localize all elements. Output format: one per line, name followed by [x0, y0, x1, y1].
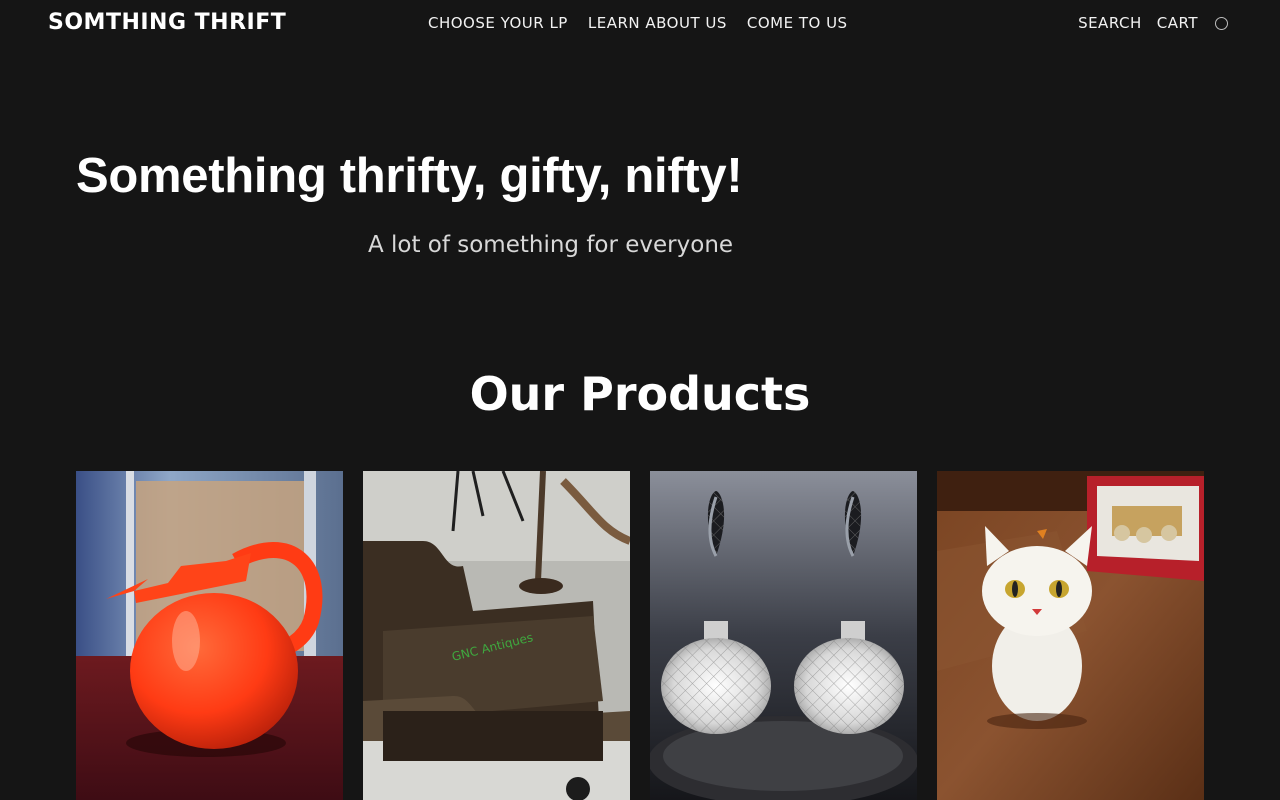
nav-learn-about-us[interactable]: LEARN ABOUT US — [588, 14, 727, 32]
product-grid: GNC Antiques — [76, 471, 1204, 800]
site-header: SOMTHING THRIFT CHOOSE YOUR LP LEARN ABO… — [0, 0, 1280, 50]
hero-subtitle: A lot of something for everyone — [367, 232, 734, 258]
product-card-red-pitcher[interactable] — [76, 471, 343, 800]
cat-figurine-image — [937, 471, 1204, 800]
cart-link[interactable]: CART — [1157, 14, 1198, 32]
account-circle-icon[interactable] — [1215, 16, 1228, 30]
products-title: Our Products — [469, 367, 811, 421]
hero-title: Something thrifty, gifty, nifty! — [76, 149, 743, 203]
main-nav: CHOOSE YOUR LP LEARN ABOUT US COME TO US — [428, 14, 848, 32]
tray-table-image: GNC Antiques — [363, 471, 630, 800]
nav-choose-your-lp[interactable]: CHOOSE YOUR LP — [428, 14, 568, 32]
site-logo[interactable]: SOMTHING THRIFT — [48, 10, 286, 35]
red-pitcher-image — [76, 471, 343, 800]
product-card-perfume-bottles[interactable] — [650, 471, 917, 800]
search-link[interactable]: SEARCH — [1078, 14, 1142, 32]
perfume-bottles-image — [650, 471, 917, 800]
header-actions: SEARCH CART — [1078, 14, 1228, 32]
product-card-cat-figurine[interactable] — [937, 471, 1204, 800]
nav-come-to-us[interactable]: COME TO US — [747, 14, 848, 32]
product-card-tray-table[interactable]: GNC Antiques — [363, 471, 630, 800]
